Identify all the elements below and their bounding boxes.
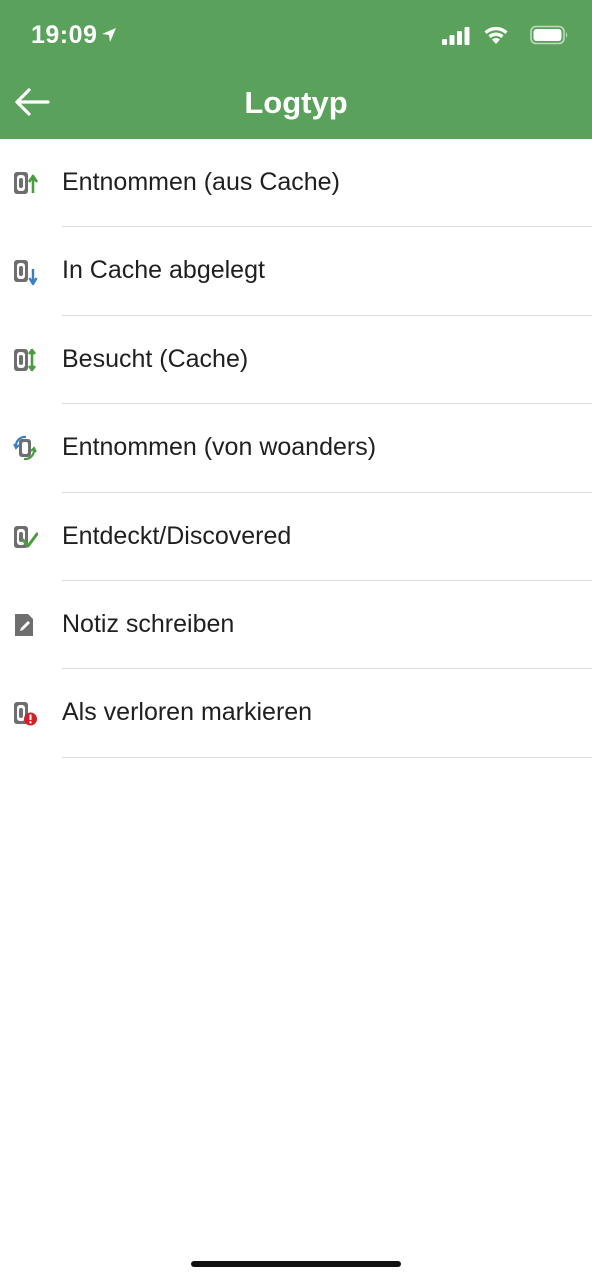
list-item-label: Besucht (Cache) [62,344,249,373]
list-item-write-note[interactable]: Notiz schreiben [0,581,592,670]
status-icons [430,25,570,47]
list-item-retrieved[interactable]: Entnommen (aus Cache) [0,139,592,228]
list-item-label: Entnommen (aus Cache) [62,168,340,196]
list-item-discovered[interactable]: Entdeckt/Discovered [0,493,592,581]
page-title: Logtyp [244,85,348,120]
trackable-discovered-icon [14,525,38,548]
app-header: 19:09 Logtyp [0,0,592,139]
list-item-mark-missing[interactable]: Als verloren markieren [0,669,592,758]
list-item-label: Entnommen (von woanders) [62,433,377,462]
log-type-list: Entnommen (aus Cache) In Cache abgelegt … [0,139,592,758]
cellular-signal-icon [442,27,470,45]
status-bar: 19:09 [0,0,592,72]
trackable-retrieved-icon [14,172,38,194]
trackable-visited-icon [14,348,37,372]
mark-missing-icon [14,702,37,726]
list-item-label: Entdeckt/Discovered [62,521,292,550]
list-item-visited[interactable]: Besucht (Cache) [0,316,592,405]
list-item-label: Als verloren markieren [62,698,313,727]
battery-icon [530,25,568,45]
home-indicator[interactable] [191,1261,401,1267]
list-item-label: In Cache abgelegt [62,256,265,285]
list-item-grabbed[interactable]: Entnommen (von woanders) [0,404,592,493]
wifi-icon [484,26,508,44]
list-item-dropped[interactable]: In Cache abgelegt [0,227,592,316]
list-item-label: Notiz schreiben [62,609,235,638]
write-note-icon [15,613,33,636]
divider [62,756,592,758]
trackable-grabbed-icon [13,436,37,461]
status-time: 19:09 [31,21,98,49]
trackable-dropped-icon [14,260,38,286]
location-arrow-icon [102,28,116,42]
